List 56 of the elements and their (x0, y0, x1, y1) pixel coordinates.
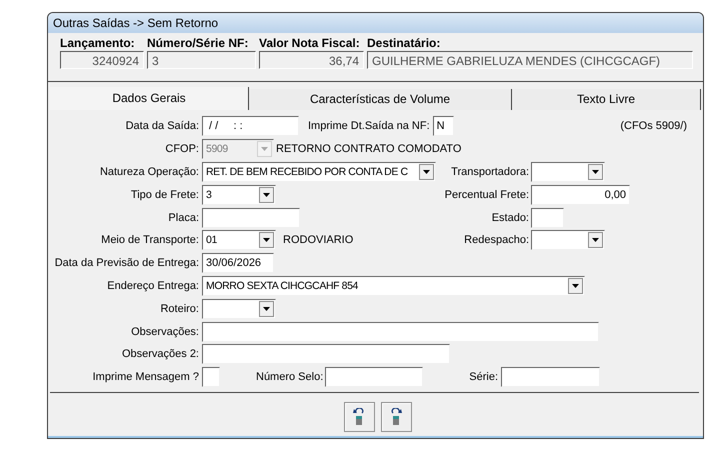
header-label: Lançamento: (60, 36, 136, 51)
field-label: Endereço Entrega: (106, 280, 200, 292)
readonly-field: GUILHERME GABRIELUZA MENDES (CIHCGCAGF) (367, 51, 693, 69)
readonly-field: 3240924 (60, 51, 144, 69)
dropdown[interactable]: RET. DE BEM RECEBIDO POR CONTA DE C (202, 162, 436, 182)
readonly-field: 36,74 (259, 51, 364, 69)
field-label: Data da Previsão de Entrega: (54, 257, 200, 270)
undo-button[interactable] (344, 402, 374, 432)
dropdown[interactable]: 01 (202, 230, 276, 250)
dropdown[interactable]: MORRO SEXTA CIHCGCAHF 854 (202, 276, 585, 296)
dropdown[interactable] (531, 230, 605, 250)
text-field[interactable] (325, 367, 424, 388)
field-label: Imprime Mensagem ? (92, 371, 200, 384)
field-label: Estado: (492, 212, 530, 224)
field-label: Percentual Frete: (444, 188, 530, 201)
text-field[interactable] (501, 367, 600, 388)
field-label: CFOP: (164, 143, 200, 156)
field-label: Observações: (130, 326, 200, 338)
redo-button[interactable] (380, 402, 412, 432)
text-field[interactable] (531, 208, 564, 228)
tab[interactable]: Características de Volume (249, 89, 512, 110)
field-label: Placa: (167, 212, 200, 224)
field-label: Transportadora: (451, 166, 530, 178)
tab[interactable]: Dados Gerais (50, 87, 249, 110)
date-field[interactable]: / / : : (202, 116, 299, 136)
dropdown[interactable]: 3 (202, 184, 276, 205)
text-field[interactable] (202, 208, 300, 228)
readonly-field: 3 (147, 51, 256, 69)
window-title: Outras Saídas -> Sem Retorno (48, 13, 703, 33)
field-label: Tipo de Frete: (130, 188, 200, 201)
field-label: Natureza Operação: (98, 166, 200, 178)
date-field[interactable]: 30/06/2026 (202, 253, 274, 274)
cfop-note: (CFOs 5909/) (620, 120, 687, 132)
text-field[interactable]: N (432, 116, 454, 136)
field-label: Data da Saída: (124, 120, 200, 132)
number-field[interactable]: 0,00 (531, 184, 630, 205)
header-label: Destinatário: (367, 36, 442, 51)
text-field[interactable] (202, 344, 450, 364)
text-field[interactable] (202, 367, 220, 388)
text-field[interactable] (202, 322, 599, 342)
field-label: Observações 2: (120, 348, 200, 360)
cfop-description: RETORNO CONTRATO COMODATO (276, 143, 462, 156)
tab[interactable]: Texto Livre (512, 89, 701, 110)
field-label: Número Selo: (256, 371, 324, 384)
field-label: Redespacho: (464, 234, 530, 246)
field-label: Meio de Transporte: (100, 234, 200, 246)
header-label: Valor Nota Fiscal: (259, 36, 361, 51)
dropdown[interactable] (531, 162, 605, 182)
transport-description: RODOVIARIO (283, 234, 354, 246)
field-label: Imprime Dt.Saída na NF: (308, 120, 430, 132)
header-label: Número/Série NF: (147, 36, 250, 51)
dropdown[interactable] (202, 298, 276, 319)
field-label: Série: (469, 371, 498, 384)
field-label: Roteiro: (159, 302, 200, 315)
undo-icon (352, 408, 366, 426)
redo-icon (389, 408, 403, 426)
